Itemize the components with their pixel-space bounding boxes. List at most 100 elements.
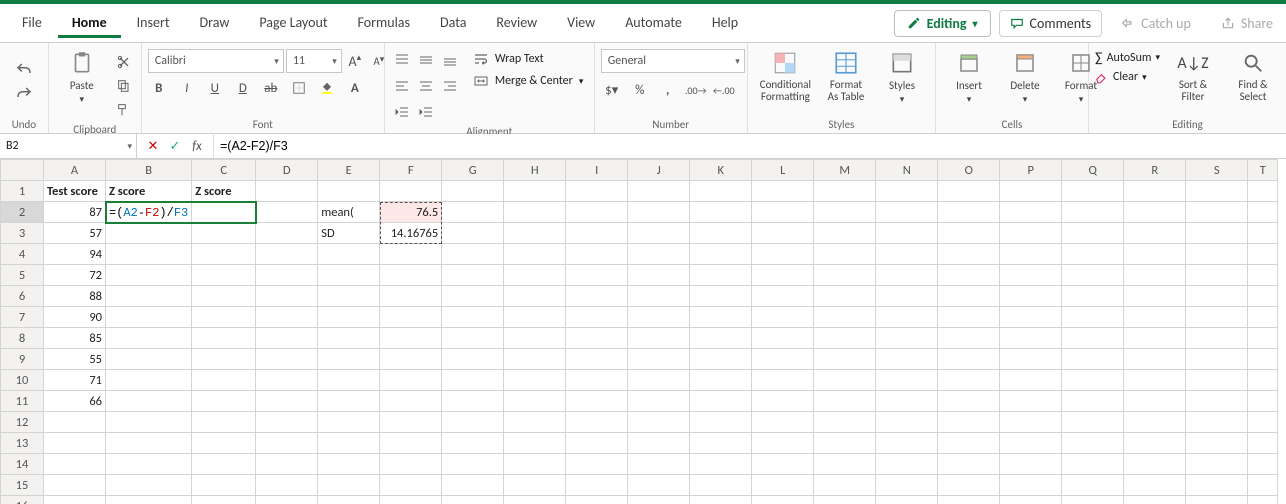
cell-B15[interactable] (106, 475, 192, 496)
cell-F5[interactable] (380, 265, 442, 286)
tab-file[interactable]: File (8, 8, 56, 38)
merge-center-button[interactable]: Merge & Center ▾ (473, 73, 584, 89)
row-header-12[interactable]: 12 (1, 412, 44, 433)
cell-Q3[interactable] (1062, 223, 1124, 244)
cell-F12[interactable] (380, 412, 442, 433)
double-underline-button[interactable]: D (232, 77, 254, 99)
cell-J10[interactable] (628, 370, 690, 391)
cell-E9[interactable] (318, 349, 380, 370)
insert-cells-button[interactable]: Insert ▾ (942, 47, 996, 107)
font-size-select[interactable]: 11 (286, 49, 342, 73)
column-header-C[interactable]: C (192, 160, 256, 181)
row-header-1[interactable]: 1 (1, 181, 44, 202)
cell-K2[interactable] (690, 202, 752, 223)
column-header-S[interactable]: S (1186, 160, 1248, 181)
cell-K14[interactable] (690, 454, 752, 475)
cell-B5[interactable] (106, 265, 192, 286)
cell-B3[interactable] (106, 223, 192, 244)
cell-L15[interactable] (752, 475, 814, 496)
cell-F1[interactable] (380, 181, 442, 202)
cell-P7[interactable] (1000, 307, 1062, 328)
cell-I9[interactable] (566, 349, 628, 370)
cell-B8[interactable] (106, 328, 192, 349)
cell-A15[interactable] (44, 475, 106, 496)
cell-H12[interactable] (504, 412, 566, 433)
cell-P8[interactable] (1000, 328, 1062, 349)
cell-A1[interactable]: Test score (44, 181, 106, 202)
row-header-11[interactable]: 11 (1, 391, 44, 412)
clear-button[interactable]: Clear ▾ (1095, 70, 1160, 84)
cell-D10[interactable] (256, 370, 318, 391)
cell-R15[interactable] (1124, 475, 1186, 496)
cell-I11[interactable] (566, 391, 628, 412)
cell-S15[interactable] (1186, 475, 1248, 496)
column-header-I[interactable]: I (566, 160, 628, 181)
column-header-B[interactable]: B (106, 160, 192, 181)
cell-S11[interactable] (1186, 391, 1248, 412)
cell-H14[interactable] (504, 454, 566, 475)
cell-T11[interactable] (1248, 391, 1278, 412)
cell-A12[interactable] (44, 412, 106, 433)
cell-F9[interactable] (380, 349, 442, 370)
row-header-4[interactable]: 4 (1, 244, 44, 265)
cell-Q8[interactable] (1062, 328, 1124, 349)
cell-M10[interactable] (814, 370, 876, 391)
column-header-L[interactable]: L (752, 160, 814, 181)
cell-G12[interactable] (442, 412, 504, 433)
format-as-table-button[interactable]: Format As Table (819, 47, 873, 105)
cell-J9[interactable] (628, 349, 690, 370)
cell-L10[interactable] (752, 370, 814, 391)
cell-C2[interactable] (192, 202, 256, 223)
cell-I16[interactable] (566, 496, 628, 504)
row-header-16[interactable]: 16 (1, 496, 44, 504)
cut-button[interactable] (113, 51, 135, 73)
name-box[interactable]: B2 (0, 134, 137, 158)
cell-T6[interactable] (1248, 286, 1278, 307)
cell-P2[interactable] (1000, 202, 1062, 223)
cell-M1[interactable] (814, 181, 876, 202)
cell-F14[interactable] (380, 454, 442, 475)
cell-N7[interactable] (876, 307, 938, 328)
cell-D16[interactable] (256, 496, 318, 504)
cell-A10[interactable]: 71 (44, 370, 106, 391)
cell-K7[interactable] (690, 307, 752, 328)
cell-T3[interactable] (1248, 223, 1278, 244)
cell-O16[interactable] (938, 496, 1000, 504)
column-header-N[interactable]: N (876, 160, 938, 181)
cell-G8[interactable] (442, 328, 504, 349)
cell-J15[interactable] (628, 475, 690, 496)
cell-H13[interactable] (504, 433, 566, 454)
formula-cancel-button[interactable]: ✕ (145, 139, 161, 154)
cell-K10[interactable] (690, 370, 752, 391)
cell-Q16[interactable] (1062, 496, 1124, 504)
cell-C7[interactable] (192, 307, 256, 328)
wrap-text-button[interactable]: Wrap Text (473, 51, 584, 67)
cell-B10[interactable] (106, 370, 192, 391)
column-header-Q[interactable]: Q (1062, 160, 1124, 181)
cell-D2[interactable] (256, 202, 318, 223)
italic-button[interactable]: I (176, 77, 198, 99)
column-header-J[interactable]: J (628, 160, 690, 181)
cell-T2[interactable] (1248, 202, 1278, 223)
cell-R6[interactable] (1124, 286, 1186, 307)
cell-O2[interactable] (938, 202, 1000, 223)
cell-N9[interactable] (876, 349, 938, 370)
cell-P13[interactable] (1000, 433, 1062, 454)
cell-M4[interactable] (814, 244, 876, 265)
cell-A16[interactable] (44, 496, 106, 504)
cell-M12[interactable] (814, 412, 876, 433)
cell-G16[interactable] (442, 496, 504, 504)
fill-color-button[interactable] (316, 77, 338, 99)
cell-P14[interactable] (1000, 454, 1062, 475)
cell-K16[interactable] (690, 496, 752, 504)
cell-N8[interactable] (876, 328, 938, 349)
cell-D5[interactable] (256, 265, 318, 286)
cell-G3[interactable] (442, 223, 504, 244)
cell-G7[interactable] (442, 307, 504, 328)
cell-R11[interactable] (1124, 391, 1186, 412)
find-select-button[interactable]: Find & Select (1226, 47, 1280, 105)
row-header-6[interactable]: 6 (1, 286, 44, 307)
cell-I6[interactable] (566, 286, 628, 307)
cell-N10[interactable] (876, 370, 938, 391)
cell-M6[interactable] (814, 286, 876, 307)
